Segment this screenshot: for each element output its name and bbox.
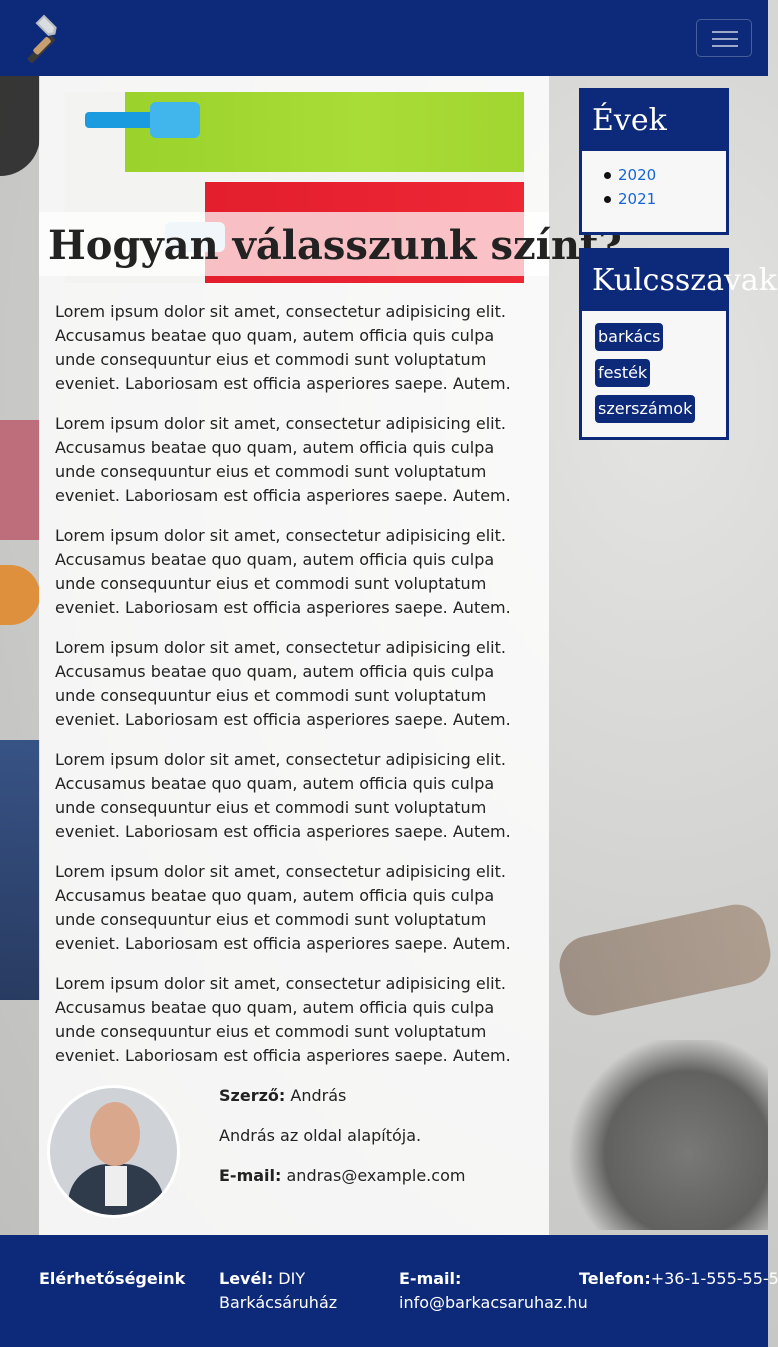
background-decoration <box>568 1040 768 1230</box>
author-avatar <box>47 1085 180 1218</box>
years-card-title: Évek <box>582 91 726 151</box>
brand-logo-link[interactable] <box>14 12 68 66</box>
footer-heading: Elérhetőségeink <box>39 1267 209 1291</box>
footer-phone-value[interactable]: +36-1-555-55-55 <box>651 1269 778 1288</box>
author-name-value: András <box>285 1086 347 1105</box>
year-link-2021[interactable]: 2021 <box>618 190 656 208</box>
hamburger-line <box>712 45 738 47</box>
article-paragraph: Lorem ipsum dolor sit amet, consectetur … <box>55 750 511 841</box>
footer: Elérhetőségeink Levél: DIY Barkácsáruház… <box>0 1235 778 1347</box>
article-paragraph: Lorem ipsum dolor sit amet, consectetur … <box>55 862 511 953</box>
hammer-icon <box>27 14 57 64</box>
footer-phone: Telefon:+36-1-555-55-55 <box>579 1267 778 1291</box>
footer-email-label: E-mail: <box>399 1269 462 1288</box>
list-item: 2021 <box>604 187 726 211</box>
author-name: Szerző: András <box>219 1084 539 1108</box>
author-email: E-mail: andras@example.com <box>219 1164 539 1188</box>
paint-roller <box>150 102 200 138</box>
navbar <box>0 0 768 76</box>
article-paragraph: Lorem ipsum dolor sit amet, consectetur … <box>55 638 511 729</box>
article-paragraph: Lorem ipsum dolor sit amet, consectetur … <box>55 414 511 505</box>
author-name-label: Szerző: <box>219 1086 286 1105</box>
tag-barkacs[interactable]: barkács <box>595 323 664 351</box>
author-email-label: E-mail: <box>219 1166 282 1185</box>
footer-email-value[interactable]: info@barkacsaruhaz.hu <box>399 1293 588 1312</box>
avatar-head <box>90 1102 140 1166</box>
footer-email: E-mail: info@barkacsaruhaz.hu <box>399 1267 588 1315</box>
author-email-value: andras@example.com <box>281 1166 466 1185</box>
author-info: Szerző: András András az oldal alapítója… <box>219 1084 539 1204</box>
background-decoration <box>553 899 777 1021</box>
footer-heading-text: Elérhetőségeink <box>39 1269 186 1288</box>
page-title: Hogyan válasszunk színt? <box>48 222 622 269</box>
author-bio: András az oldal alapítója. <box>219 1126 422 1145</box>
list-item: 2020 <box>604 163 726 187</box>
background-decoration <box>0 740 40 1000</box>
article-paragraph: Lorem ipsum dolor sit amet, consectetur … <box>55 974 511 1065</box>
tag-szerszamok[interactable]: szerszámok <box>595 395 696 423</box>
footer-phone-label: Telefon: <box>579 1269 651 1288</box>
footer-mail: Levél: DIY Barkácsáruház <box>219 1267 389 1315</box>
tag-festek[interactable]: festék <box>595 359 651 387</box>
keyword-tags: barkács festék szerszámok <box>582 311 726 431</box>
footer-mail-label: Levél: <box>219 1269 274 1288</box>
years-card: Évek 2020 2021 <box>579 88 729 235</box>
avatar-collar <box>105 1166 127 1206</box>
keywords-card-title: Kulcsszavak <box>582 251 777 311</box>
hamburger-menu-icon <box>712 31 738 33</box>
navbar-toggler-button[interactable] <box>696 19 752 57</box>
keywords-card: Kulcsszavak barkács festék szerszámok <box>579 248 777 440</box>
background-decoration <box>0 565 40 625</box>
hamburger-line <box>712 38 738 40</box>
background-decoration <box>0 420 40 540</box>
background-decoration <box>0 76 40 176</box>
paint-roller <box>85 112 155 128</box>
years-list: 2020 2021 <box>582 151 726 211</box>
article-paragraph: Lorem ipsum dolor sit amet, consectetur … <box>55 302 511 393</box>
article-paragraph: Lorem ipsum dolor sit amet, consectetur … <box>55 526 511 617</box>
year-link-2020[interactable]: 2020 <box>618 166 656 184</box>
article-body: Lorem ipsum dolor sit amet, consectetur … <box>55 300 525 1084</box>
